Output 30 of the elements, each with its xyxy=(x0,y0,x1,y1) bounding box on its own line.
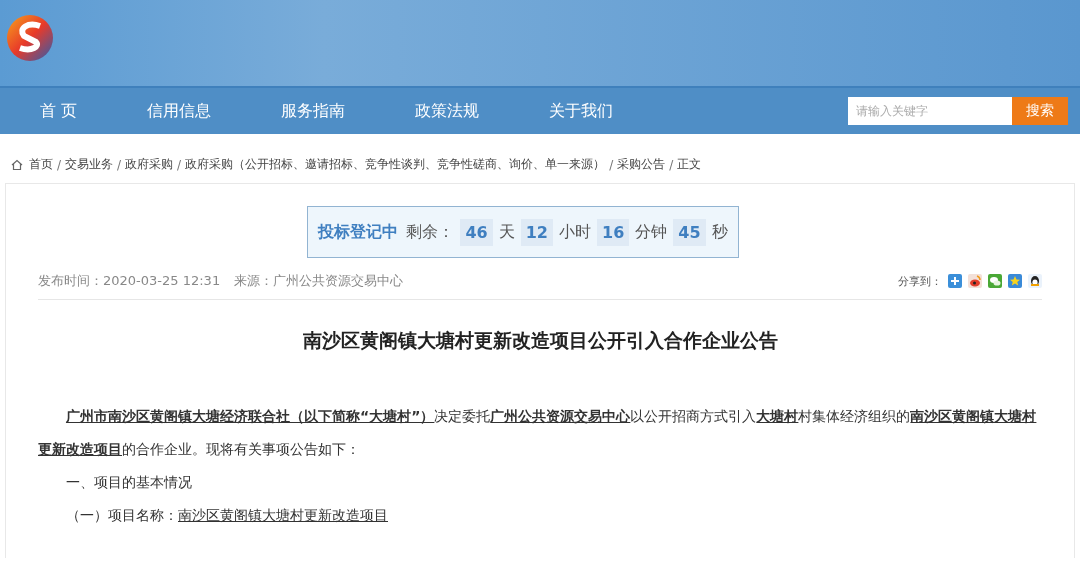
breadcrumb-separator: / xyxy=(117,157,122,172)
countdown-unit: 小时 xyxy=(559,221,591,243)
paragraph: 一、项目的基本情况 xyxy=(65,473,193,492)
field-label: （一）项目名称： xyxy=(66,506,178,525)
search-field[interactable]: 请输入关键字 xyxy=(848,97,1012,125)
countdown-value: 12 xyxy=(520,218,553,246)
remaining-label: 剩余： xyxy=(406,221,455,243)
countdown-value: 45 xyxy=(673,218,706,246)
paragraph: 广州市南沙区黄阁镇大塘经济联合社（以下简称“大塘村”）决定委托广州公共资源交易中心以公开招商方式引入大塘村村集体经济组织的南沙区黄阁镇大塘村更新改造项目的合作企业。现将有关事项公告如下： xyxy=(38,407,1038,459)
countdown-unit: 秒 xyxy=(711,221,728,243)
countdown-value: 46 xyxy=(460,218,493,246)
field-value: 南沙区黄阁镇大塘村更新改造项目 xyxy=(178,506,388,525)
source-text: 来源：广州公共资源交易中心 xyxy=(234,272,404,290)
article-title: 南沙区黄阁镇大塘村更新改造项目公开引入合作企业公告 xyxy=(301,328,779,353)
breadcrumb-link[interactable]: 采购公告 xyxy=(617,156,666,173)
countdown-unit: 分钟 xyxy=(635,221,668,243)
breadcrumb-separator: / xyxy=(669,157,674,172)
breadcrumb-link[interactable]: 首页 xyxy=(29,156,53,173)
breadcrumb-separator: / xyxy=(57,157,62,172)
countdown-unit: 天 xyxy=(498,221,515,243)
breadcrumb-link[interactable]: 政府采购（公开招标、邀请招标、竞争性谈判、竞争性磋商、询价、单一来源） xyxy=(185,156,606,173)
share-label: 分享到： xyxy=(898,273,942,289)
breadcrumb-separator: / xyxy=(177,157,182,172)
publish-time: 发布时间：2020-03-25 12:31 xyxy=(38,272,221,290)
breadcrumb-link[interactable]: 政府采购 xyxy=(125,156,174,173)
breadcrumb-link[interactable]: 交易业务 xyxy=(65,156,114,173)
status-label: 投标登记中 xyxy=(318,221,399,243)
breadcrumb-link[interactable]: 正文 xyxy=(677,156,702,173)
countdown-value: 16 xyxy=(597,218,630,246)
breadcrumb-separator: / xyxy=(609,157,614,172)
